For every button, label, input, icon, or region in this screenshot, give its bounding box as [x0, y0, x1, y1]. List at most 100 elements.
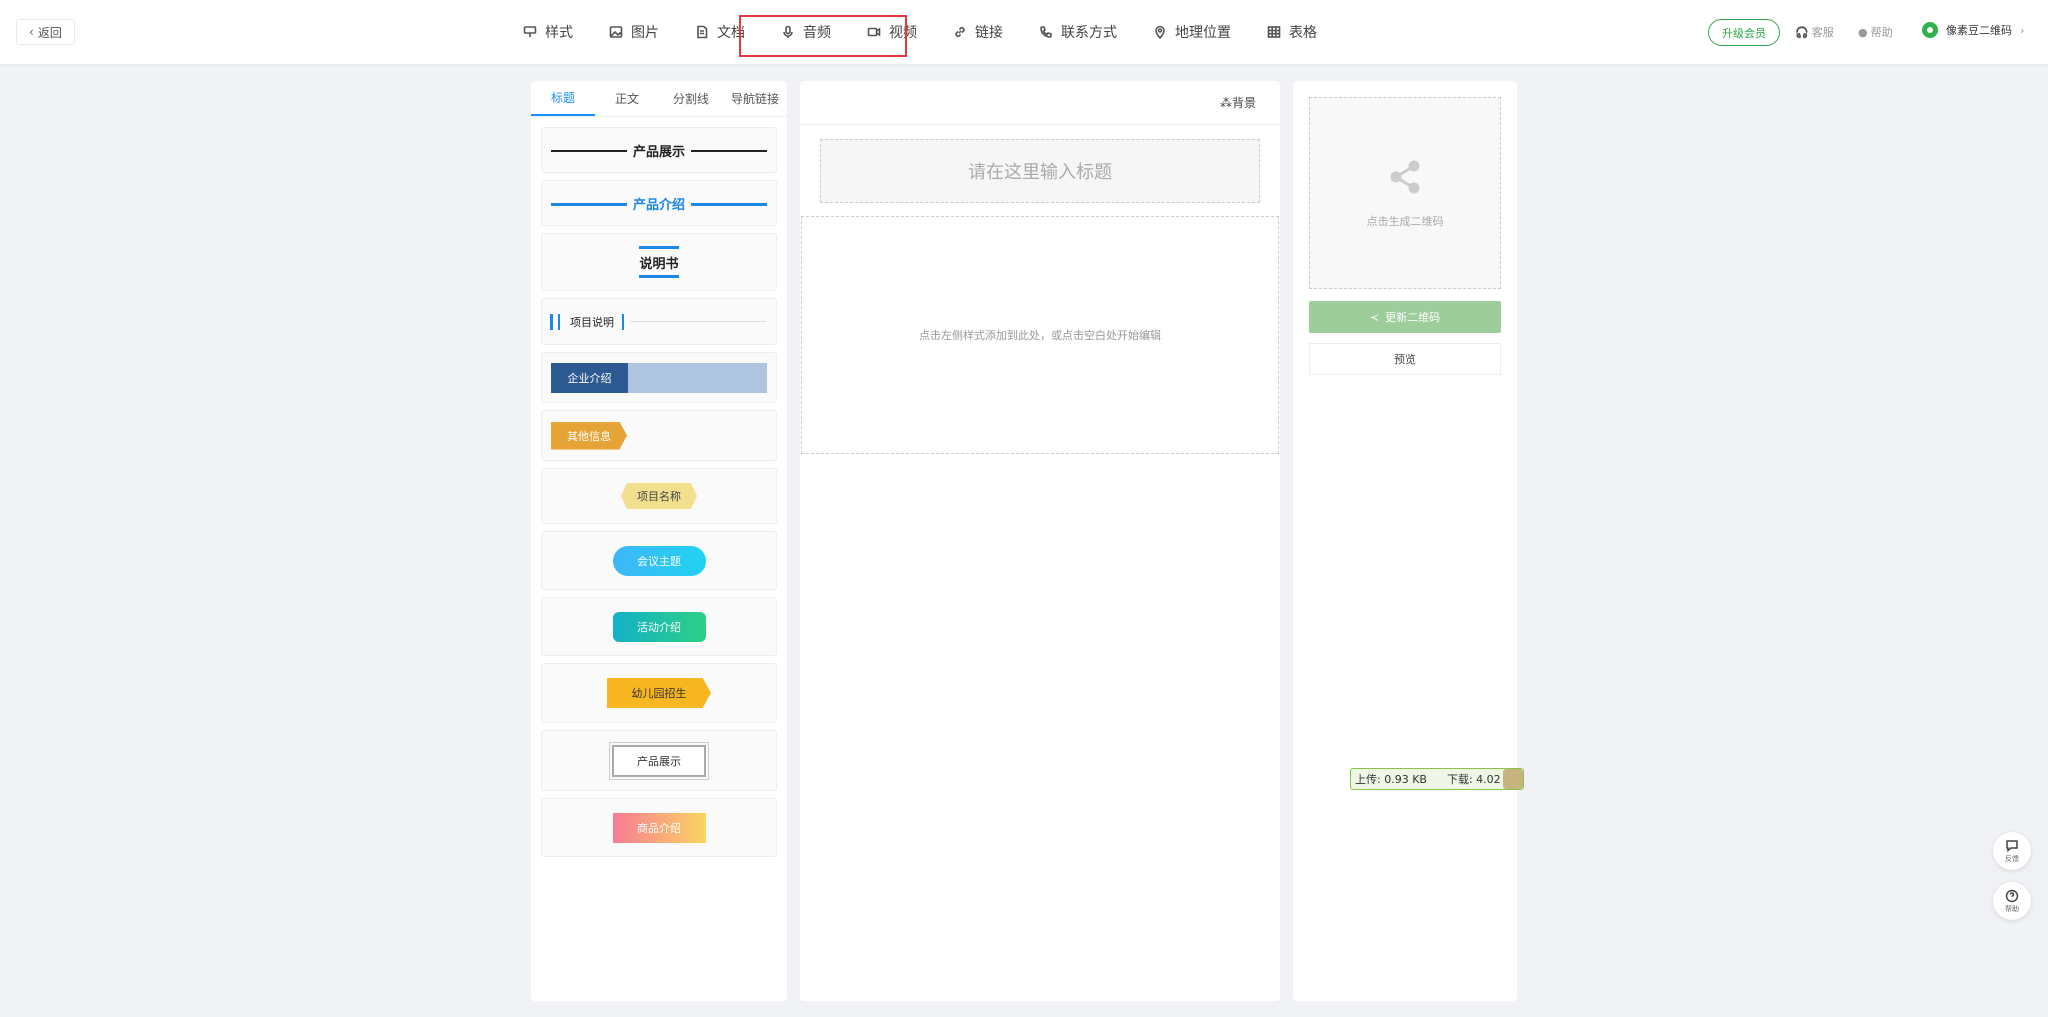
question-icon: [2005, 889, 2019, 902]
update-label: 更新二维码: [1385, 311, 1441, 324]
upgrade-button[interactable]: 升级会员: [1708, 19, 1780, 46]
tab-divider[interactable]: 分割线: [659, 81, 723, 116]
style-sample-block[interactable]: 企业介绍: [541, 352, 777, 403]
style-sample-arrow[interactable]: 其他信息: [541, 410, 777, 461]
sample-text: 企业介绍: [551, 362, 628, 393]
user-menu[interactable]: 像素豆二维码 ›: [1922, 22, 2024, 38]
nav-label: 图片: [631, 25, 659, 41]
divider: [630, 321, 766, 322]
chat-icon: [2006, 839, 2018, 852]
table-icon: [1267, 26, 1281, 38]
share-icon: ≺: [1369, 310, 1380, 324]
nav-label: 表格: [1289, 25, 1317, 41]
editor-toolbar: ⁂背景: [800, 81, 1280, 125]
customer-service-link[interactable]: 🎧 客服: [1795, 24, 1834, 40]
palette-icon: [523, 26, 537, 37]
nav-item-image[interactable]: 图片: [591, 0, 677, 64]
insert-toolbar: 样式 图片 文档 音频 视频 链接 联系方式 地理位置 表格: [505, 0, 1335, 64]
style-sample-gradient[interactable]: 商品介绍: [541, 798, 777, 857]
highlight-box: [739, 15, 907, 57]
accent-bar: [558, 313, 560, 330]
qr-hint: 点击生成二维码: [1366, 215, 1444, 228]
pet-icon: [1503, 769, 1523, 789]
top-bar: ‹ 返回 样式 图片 文档 音频 视频 链接 联系方式 地理位置 表格 升级会员…: [0, 0, 2048, 64]
background-button[interactable]: ⁂背景: [1220, 94, 1256, 111]
style-tabs: 标题 正文 分割线 导航链接: [531, 81, 787, 117]
background-label: 背景: [1231, 96, 1256, 110]
style-sample-tag[interactable]: 幼儿园招生: [541, 663, 777, 723]
nav-label: 联系方式: [1061, 25, 1117, 41]
share-icon: [1390, 160, 1420, 194]
sample-text: 商品介绍: [612, 812, 706, 843]
user-name: 像素豆二维码: [1946, 24, 2012, 37]
qr-panel: 点击生成二维码 ≺ 更新二维码 预览: [1293, 81, 1517, 1001]
style-sample-bars[interactable]: 项目说明: [541, 298, 777, 345]
link-icon: [955, 27, 965, 37]
location-icon: [1155, 25, 1165, 39]
update-qr-button[interactable]: ≺ 更新二维码: [1309, 301, 1501, 333]
back-label: 返回: [37, 25, 62, 40]
sample-text: 产品展示: [609, 741, 709, 780]
tab-body[interactable]: 正文: [595, 81, 659, 116]
title-style-list: 产品展示 产品介绍 说明书 项目说明 企业介绍 其他信息 项目名称 会议主题 活…: [531, 117, 787, 857]
avatar: [1922, 22, 1938, 38]
style-sample-blue-lines[interactable]: 产品介绍: [541, 180, 777, 226]
style-sample-pill[interactable]: 会议主题: [541, 531, 777, 590]
accent-bar: [622, 313, 624, 330]
nav-item-location[interactable]: 地理位置: [1135, 0, 1249, 64]
feedback-button[interactable]: 反馈: [1993, 832, 2031, 870]
style-sample-rounded[interactable]: 活动介绍: [541, 597, 777, 656]
divider: [551, 203, 627, 206]
editor-canvas: ⁂背景 请在这里输入标题 点击左侧样式添加到此处，或点击空白处开始编辑: [800, 81, 1280, 1001]
accent-bar: [550, 313, 553, 330]
style-sample-lines[interactable]: 产品展示: [541, 127, 777, 173]
sample-text: 项目名称: [621, 483, 697, 509]
headset-icon: 🎧: [1795, 25, 1809, 39]
sample-text: 说明书: [639, 246, 679, 278]
style-panel: 标题 正文 分割线 导航链接 产品展示 产品介绍 说明书 项目说明 企业介绍 其…: [531, 81, 787, 1001]
sample-text: 活动介绍: [612, 611, 706, 642]
help-float-label: 帮助: [2005, 904, 2019, 913]
help-link[interactable]: ● 帮助: [1858, 24, 1893, 40]
image-icon: [609, 26, 623, 38]
style-sample-hexagon[interactable]: 项目名称: [541, 468, 777, 524]
chevron-left-icon: ‹: [29, 25, 34, 39]
sample-text: 幼儿园招生: [607, 678, 711, 708]
nav-label: 地理位置: [1175, 25, 1231, 41]
tab-title[interactable]: 标题: [531, 81, 595, 116]
tab-nav-link[interactable]: 导航链接: [723, 81, 787, 116]
divider: [691, 203, 767, 206]
content-edit-area[interactable]: 点击左侧样式添加到此处，或点击空白处开始编辑: [801, 216, 1279, 454]
divider: [691, 150, 767, 152]
upload-speed: 上传: 0.93 KB: [1355, 773, 1427, 786]
help-float-button[interactable]: 帮助: [1993, 882, 2031, 920]
nav-item-contact[interactable]: 联系方式: [1021, 0, 1135, 64]
sparkle-icon: ⁂: [1219, 96, 1232, 110]
phone-icon: [1040, 26, 1052, 38]
nav-item-table[interactable]: 表格: [1249, 0, 1335, 64]
chevron-right-icon: ›: [2020, 23, 2025, 37]
nav-label: 样式: [545, 25, 573, 41]
fill-bar: [628, 362, 767, 393]
document-icon: [697, 25, 708, 39]
feedback-label: 反馈: [2005, 854, 2019, 863]
style-sample-bordered[interactable]: 说明书: [541, 233, 777, 291]
sample-text: 项目说明: [570, 315, 614, 329]
service-label: 客服: [1811, 26, 1834, 39]
style-sample-frame[interactable]: 产品展示: [541, 730, 777, 791]
sample-text: 产品展示: [632, 144, 685, 160]
network-speed-widget: 上传: 0.93 KB 下载: 4.02 KB: [1350, 768, 1524, 790]
nav-label: 链接: [975, 25, 1003, 41]
sample-text: 会议主题: [612, 545, 706, 576]
sample-text: 其他信息: [551, 421, 627, 450]
qr-generate-area[interactable]: 点击生成二维码: [1309, 97, 1501, 289]
title-input[interactable]: 请在这里输入标题: [820, 139, 1260, 203]
help-label: 帮助: [1870, 26, 1893, 39]
question-icon: ●: [1858, 25, 1868, 39]
back-button[interactable]: ‹ 返回: [16, 19, 75, 45]
nav-item-link[interactable]: 链接: [935, 0, 1021, 64]
divider: [551, 150, 627, 152]
sample-text: 产品介绍: [632, 197, 685, 213]
nav-item-style[interactable]: 样式: [505, 0, 591, 64]
preview-button[interactable]: 预览: [1309, 343, 1501, 375]
